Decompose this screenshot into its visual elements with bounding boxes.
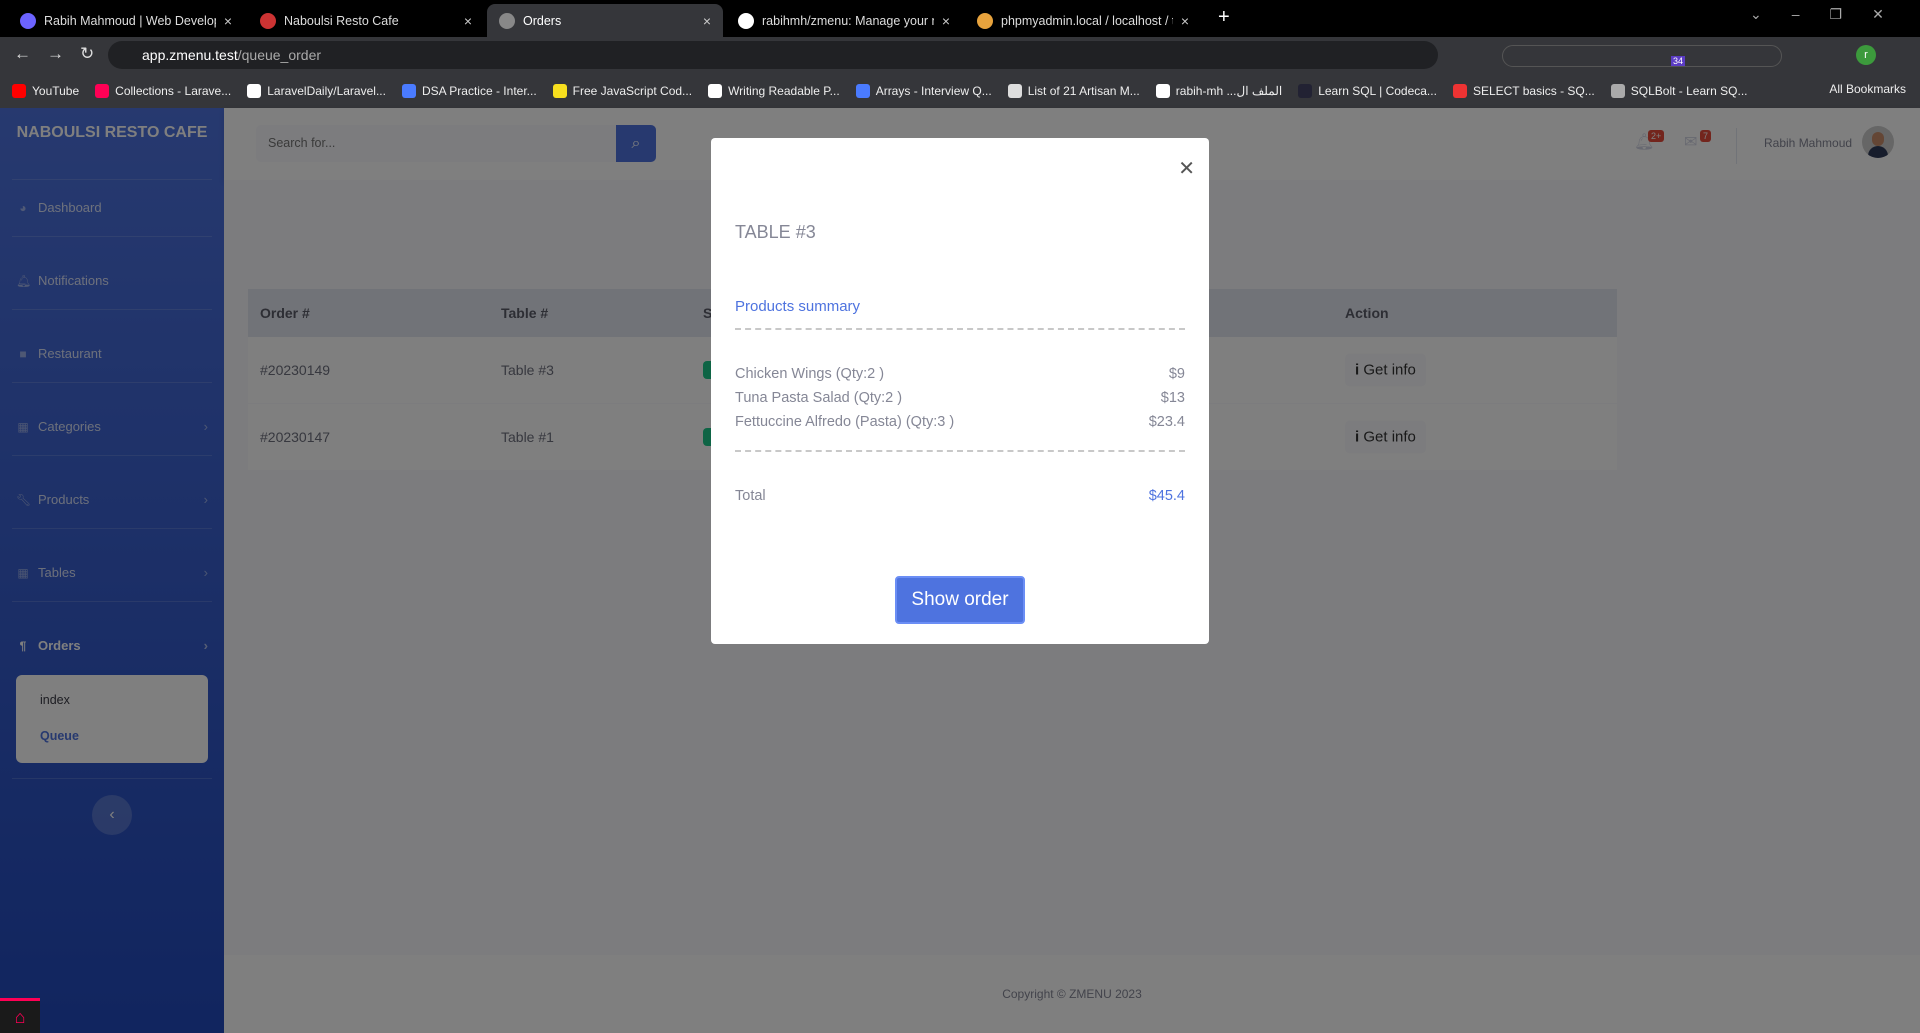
divider [735, 450, 1185, 452]
site-icon [260, 12, 276, 29]
product-name: Tuna Pasta Salad (Qty:2 ) [735, 390, 903, 406]
browser-tab[interactable]: phpmyadmin.local / localhost / t × [965, 4, 1201, 37]
bookmark-item[interactable]: Writing Readable P... [708, 83, 840, 98]
bookmark-item[interactable]: SQLBolt - Learn SQ... [1610, 83, 1748, 98]
url-field[interactable]: app.zmenu.test/queue_order [108, 41, 1438, 69]
bookmarks-bar: YouTube Collections - Larave... LaravelDai… [0, 73, 1920, 108]
close-tab-icon[interactable]: × [703, 13, 711, 29]
bookmark-item[interactable]: LaravelDaily/Laravel... [247, 83, 386, 98]
bookmark-label: YouTube [32, 83, 80, 98]
total-value: $45.4 [1148, 488, 1185, 504]
bookmark-favicon-icon [95, 83, 110, 98]
close-tab-icon[interactable]: × [1181, 13, 1189, 29]
close-tab-icon[interactable]: × [942, 13, 950, 29]
bookmark-label: LaravelDaily/Laravel... [267, 83, 386, 98]
browser-tab[interactable]: Rabih Mahmoud | Web Develop × [8, 4, 244, 37]
bookmark-favicon-icon [1298, 83, 1313, 98]
bookmark-favicon-icon [1007, 83, 1022, 98]
modal-title: TABLE #3 [735, 222, 816, 242]
products-summary-label: Products summary [735, 298, 861, 315]
close-icon[interactable]: ✕ [1178, 156, 1195, 181]
profile-avatar[interactable]: r [1856, 45, 1876, 65]
bookmark-favicon-icon [247, 83, 262, 98]
bookmark-item[interactable]: Free JavaScript Cod... [552, 83, 693, 98]
phpmyadmin-icon [977, 12, 993, 29]
site-icon [20, 12, 36, 29]
url-path: /queue_order [237, 47, 322, 63]
tab-title: Naboulsi Resto Cafe [284, 13, 399, 28]
close-tab-icon[interactable]: × [224, 13, 232, 29]
bookmark-item[interactable]: SELECT basics - SQ... [1452, 83, 1595, 98]
bookmark-favicon-icon [1610, 83, 1625, 98]
browser-tab[interactable]: rabihmh/zmenu: Manage your n × [726, 4, 962, 37]
bookmark-label: List of 21 Artisan M... [1027, 83, 1140, 98]
bookmark-label: Collections - Larave... [115, 83, 232, 98]
product-row: Fettuccine Alfredo (Pasta) (Qty:3 ) $23.4 [735, 414, 1185, 430]
bookmark-label: Writing Readable P... [728, 83, 840, 98]
product-name: Chicken Wings (Qty:2 ) [735, 366, 885, 382]
extensions-area[interactable]: 34 [1502, 45, 1782, 67]
bookmark-label: SELECT basics - SQ... [1472, 83, 1595, 98]
extension-badge: 34 [1671, 56, 1686, 66]
bookmark-item[interactable]: List of 21 Artisan M... [1007, 83, 1140, 98]
bookmark-item[interactable]: Learn SQL | Codeca... [1298, 83, 1437, 98]
close-tab-icon[interactable]: × [464, 13, 472, 29]
tab-title: rabihmh/zmenu: Manage your n [762, 13, 934, 28]
bookmark-label: SQLBolt - Learn SQ... [1630, 83, 1748, 98]
url-host: app.zmenu.test [142, 47, 238, 63]
total-row: Total $45.4 [735, 488, 1185, 504]
bookmark-label: Free JavaScript Cod... [572, 83, 693, 98]
browser-tab-active[interactable]: Orders × [487, 4, 723, 37]
tab-title: Rabih Mahmoud | Web Develop [44, 13, 216, 28]
product-row: Chicken Wings (Qty:2 ) $9 [735, 366, 1185, 382]
laravel-debugbar-icon[interactable]: ⌂ [0, 998, 40, 1033]
nav-buttons-icon[interactable]: ←→↻ [14, 44, 110, 64]
bookmark-item[interactable]: Collections - Larave... [95, 83, 232, 98]
all-bookmarks-button[interactable]: All Bookmarks [1829, 82, 1906, 96]
bookmark-label: DSA Practice - Inter... [421, 83, 537, 98]
tab-title: phpmyadmin.local / localhost / t [1001, 13, 1173, 28]
bookmark-favicon-icon [708, 83, 723, 98]
bookmark-label: rabih-mh ...الملف ال [1175, 83, 1283, 98]
product-price: $13 [1160, 390, 1185, 406]
product-price: $9 [1168, 366, 1185, 382]
show-order-button[interactable]: Show order [895, 576, 1025, 624]
new-tab-button[interactable]: + [1218, 6, 1230, 29]
github-icon [738, 12, 754, 29]
bookmark-item[interactable]: YouTube [12, 83, 80, 98]
window-controls[interactable]: ⌄–❐✕ [1750, 6, 1914, 23]
bookmark-item[interactable]: Arrays - Interview Q... [855, 83, 992, 98]
bookmark-favicon-icon [12, 83, 26, 98]
product-price: $23.4 [1148, 414, 1185, 430]
product-name: Fettuccine Alfredo (Pasta) (Qty:3 ) [735, 414, 955, 430]
total-label: Total [735, 488, 766, 504]
bookmark-label: Learn SQL | Codeca... [1318, 83, 1437, 98]
bookmark-favicon-icon [1452, 83, 1467, 98]
bookmark-item[interactable]: DSA Practice - Inter... [401, 83, 537, 98]
bookmark-favicon-icon [855, 83, 870, 98]
divider [735, 328, 1185, 330]
bookmark-favicon-icon [1155, 83, 1170, 98]
browser-tab-bar: Rabih Mahmoud | Web Develop × Naboulsi Re… [0, 0, 1920, 37]
bookmark-label: Arrays - Interview Q... [875, 83, 992, 98]
bookmark-favicon-icon [552, 83, 567, 98]
product-row: Tuna Pasta Salad (Qty:2 ) $13 [735, 390, 1185, 406]
bookmark-favicon-icon [401, 83, 416, 98]
globe-icon [499, 12, 515, 29]
bookmark-item[interactable]: rabih-mh ...الملف ال [1155, 83, 1283, 98]
tab-title: Orders [523, 13, 562, 28]
order-modal: ✕ TABLE #3 Products summary Chicken Wing… [711, 138, 1209, 644]
browser-tab[interactable]: Naboulsi Resto Cafe × [248, 4, 484, 37]
